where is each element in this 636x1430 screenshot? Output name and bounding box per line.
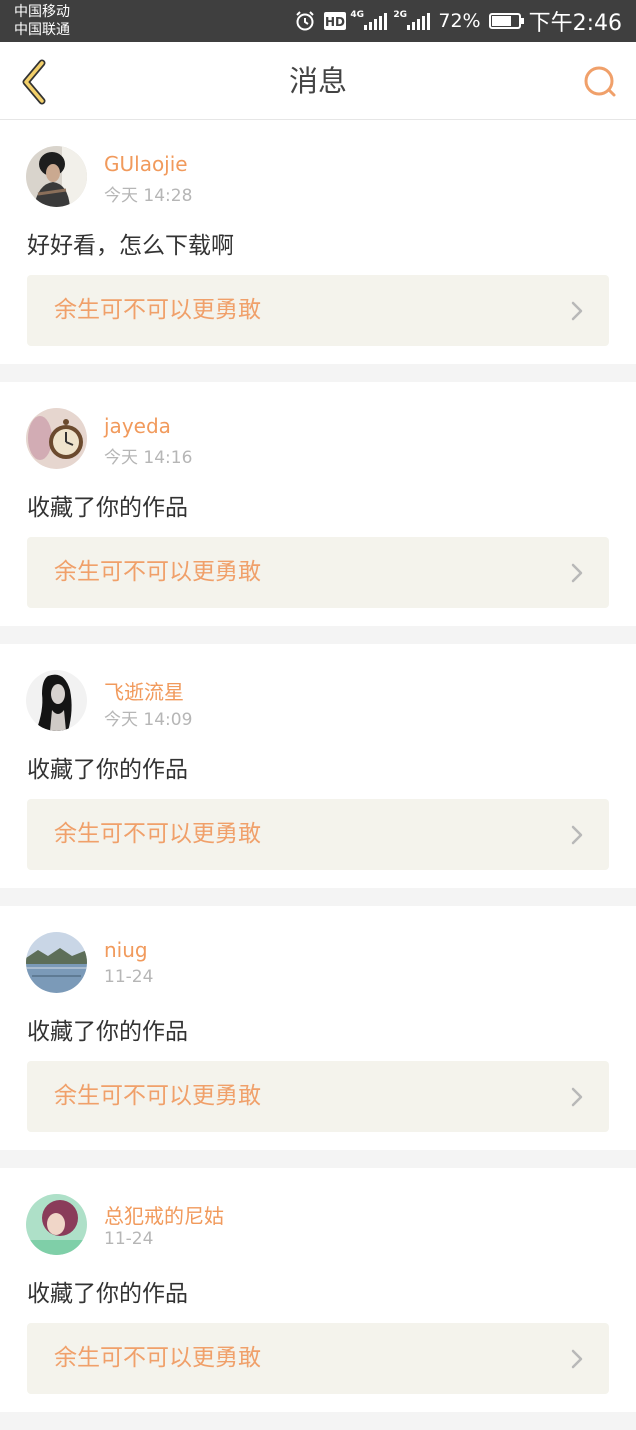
battery-fill bbox=[491, 16, 511, 26]
timestamp: 今天 14:16 bbox=[104, 448, 193, 468]
username[interactable]: niug bbox=[104, 938, 148, 962]
message-text: 收藏了你的作品 bbox=[27, 495, 188, 521]
avatar[interactable] bbox=[26, 670, 87, 731]
page-title: 消息 bbox=[288, 64, 347, 98]
avatar[interactable] bbox=[26, 932, 87, 993]
timestamp: 今天 14:28 bbox=[104, 186, 193, 206]
status-icons: HD 4G 2G 72% 下午2:46 bbox=[294, 0, 622, 42]
avatar[interactable] bbox=[26, 408, 87, 469]
work-link[interactable]: 余生可不可以更勇敢 bbox=[27, 537, 609, 608]
carrier-1: 中国移动 bbox=[14, 4, 70, 20]
work-link[interactable]: 余生可不可以更勇敢 bbox=[27, 1323, 609, 1394]
message-card: niug 11-24 收藏了你的作品 余生可不可以更勇敢 bbox=[0, 906, 636, 1150]
chevron-right-icon bbox=[571, 563, 583, 583]
avatar[interactable] bbox=[26, 1194, 87, 1255]
timestamp: 11-24 bbox=[104, 1229, 154, 1249]
work-title: 余生可不可以更勇敢 bbox=[54, 1345, 261, 1371]
message-list: GUlaojie 今天 14:28 好好看，怎么下载啊 余生可不可以更勇敢 ja… bbox=[0, 120, 636, 1430]
alarm-icon bbox=[294, 10, 316, 32]
chevron-right-icon bbox=[571, 301, 583, 321]
chevron-right-icon bbox=[571, 825, 583, 845]
message-text: 收藏了你的作品 bbox=[27, 1019, 188, 1045]
status-bar: 中国移动 中国联通 HD 4G 2G 72% 下午2:46 bbox=[0, 0, 636, 42]
username[interactable]: 总犯戒的尼姑 bbox=[104, 1200, 224, 1229]
message-text: 收藏了你的作品 bbox=[27, 757, 188, 783]
hd-label: HD bbox=[325, 15, 345, 29]
signal-4g-icon: 4G bbox=[350, 10, 388, 30]
chevron-right-icon bbox=[571, 1087, 583, 1107]
username[interactable]: 飞逝流星 bbox=[104, 676, 184, 705]
work-link[interactable]: 余生可不可以更勇敢 bbox=[27, 799, 609, 870]
network-type-4g: 4G bbox=[350, 10, 365, 20]
work-title: 余生可不可以更勇敢 bbox=[54, 297, 261, 323]
timestamp: 11-24 bbox=[104, 967, 154, 987]
signal-2g-icon: 2G bbox=[393, 10, 431, 30]
message-card: 总犯戒的尼姑 11-24 收藏了你的作品 余生可不可以更勇敢 bbox=[0, 1168, 636, 1412]
work-title: 余生可不可以更勇敢 bbox=[54, 559, 261, 585]
timestamp: 今天 14:09 bbox=[104, 710, 193, 730]
message-text: 收藏了你的作品 bbox=[27, 1281, 188, 1307]
work-title: 余生可不可以更勇敢 bbox=[54, 821, 261, 847]
clock: 下午2:46 bbox=[528, 11, 622, 36]
work-link[interactable]: 余生可不可以更勇敢 bbox=[27, 1061, 609, 1132]
app-header: 消息 bbox=[0, 42, 636, 120]
username[interactable]: jayeda bbox=[104, 414, 171, 438]
message-card: 飞逝流星 今天 14:09 收藏了你的作品 余生可不可以更勇敢 bbox=[0, 644, 636, 888]
battery-percent: 72% bbox=[438, 10, 481, 32]
network-type-2g: 2G bbox=[393, 10, 408, 20]
work-title: 余生可不可以更勇敢 bbox=[54, 1083, 261, 1109]
message-card: GUlaojie 今天 14:28 好好看，怎么下载啊 余生可不可以更勇敢 bbox=[0, 120, 636, 364]
battery-icon bbox=[488, 13, 524, 29]
username[interactable]: GUlaojie bbox=[104, 152, 188, 176]
search-icon bbox=[584, 66, 616, 97]
chevron-right-icon bbox=[571, 1349, 583, 1369]
hd-icon: HD bbox=[324, 12, 347, 30]
message-card: jayeda 今天 14:16 收藏了你的作品 余生可不可以更勇敢 bbox=[0, 382, 636, 626]
carrier-info: 中国移动 中国联通 bbox=[14, 3, 70, 39]
work-link[interactable]: 余生可不可以更勇敢 bbox=[27, 275, 609, 346]
search-button[interactable] bbox=[580, 62, 620, 102]
avatar[interactable] bbox=[26, 146, 87, 207]
carrier-2: 中国联通 bbox=[14, 22, 70, 38]
message-text: 好好看，怎么下载啊 bbox=[27, 233, 234, 259]
